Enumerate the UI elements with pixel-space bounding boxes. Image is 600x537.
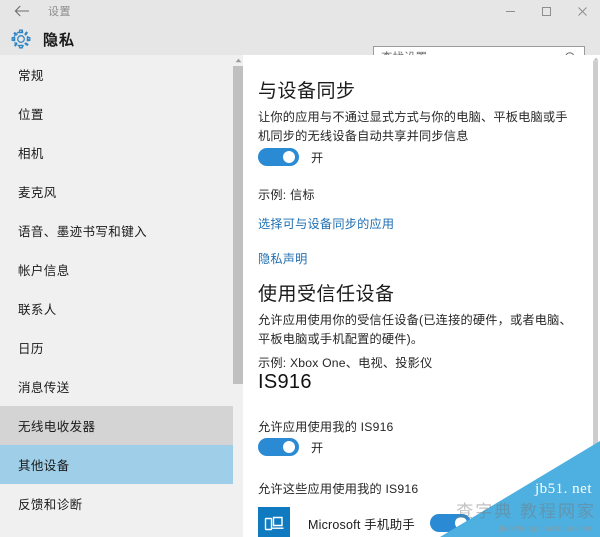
back-arrow-icon [14,5,29,17]
scroll-up-arrow-icon[interactable] [233,55,243,65]
titlebar-title: 设置 [48,6,71,18]
sidebar-item-messaging[interactable]: 消息传送 [0,367,233,406]
page-title: 隐私 [43,32,76,49]
trusted-section-description: 允许应用使用你的受信任设备(已连接的硬件，或者电脑、平板电脑或手机配置的硬件)。 [258,313,572,346]
sidebar-item-account-info[interactable]: 帐户信息 [0,250,233,289]
minimize-icon [505,10,515,12]
sidebar-item-general[interactable]: 常规 [0,55,233,94]
sidebar-item-label: 麦克风 [18,186,57,200]
sidebar-item-other-devices[interactable]: 其他设备 [0,445,233,484]
sidebar-item-label: 帐户信息 [18,264,70,278]
sidebar-item-label: 语音、墨迹书写和键入 [18,225,148,239]
page-header: 隐私 [0,22,600,70]
toggle-knob [283,441,295,453]
sync-section-description: 让你的应用与不通过显式方式与你的电脑、平板电脑或手机同步的无线设备自动共享并同步… [258,110,568,143]
sync-toggle-row: 开 [258,148,323,166]
sync-toggle-label: 开 [311,151,324,165]
allow-apps-toggle-label: 开 [311,441,324,455]
sidebar-item-label: 联系人 [18,303,57,317]
sidebar-item-radios[interactable]: 无线电收发器 [0,406,233,445]
app-toggle[interactable] [429,514,471,532]
trusted-section-heading: 使用受信任设备 [258,284,395,305]
sidebar-item-label: 无线电收发器 [18,420,96,434]
sidebar-item-contacts[interactable]: 联系人 [0,289,233,328]
app-row: Microsoft 手机助手 开 [258,507,495,537]
sidebar-item-label: 常规 [18,69,44,83]
phone-companion-icon [258,507,290,537]
content-scrollbar[interactable] [591,55,600,537]
app-toggle-label: 开 [482,517,496,531]
toggle-knob [454,517,467,529]
sync-section-heading: 与设备同步 [258,81,356,102]
sidebar-item-calendar[interactable]: 日历 [0,328,233,367]
sidebar-item-label: 相机 [18,147,44,161]
sidebar-item-label: 位置 [18,108,44,122]
window-controls [492,0,600,22]
maximize-button[interactable] [528,0,564,22]
sidebar-nav: 常规 位置 相机 麦克风 语音、墨迹书写和键入 帐户信息 联系人 日历 消息传送… [0,55,233,537]
settings-window: 设置 隐私 查找设置 常规 位置 相机 麦克风 语音、墨迹书写和键入 帐户信息 … [0,0,600,537]
allow-apps-toggle-row: 开 [258,438,323,456]
close-button[interactable] [564,0,600,22]
app-name-label: Microsoft 手机助手 [308,517,415,532]
maximize-icon [541,6,551,16]
apps-list-label: 允许这些应用使用我的 IS916 [258,482,419,496]
gear-icon [9,27,33,51]
minimize-button[interactable] [492,0,528,22]
sidebar-scrollbar-thumb[interactable] [233,66,243,384]
sidebar-item-label: 消息传送 [18,381,70,395]
sidebar-item-label: 日历 [18,342,44,356]
sidebar-item-background-apps[interactable]: 背景应用 [0,523,233,537]
trusted-example-text: 示例: Xbox One、电视、投影仪 [258,356,433,370]
close-icon [577,6,587,16]
choose-sync-apps-link[interactable]: 选择可与设备同步的应用 [258,214,394,232]
content-pane: 与设备同步 让你的应用与不通过显式方式与你的电脑、平板电脑或手机同步的无线设备自… [243,55,600,537]
content-scrollbar-thumb[interactable] [593,61,598,531]
privacy-statement-link[interactable]: 隐私声明 [258,249,308,267]
toggle-knob [283,151,295,163]
title-bar: 设置 [0,0,600,22]
sidebar-item-speech-inking-typing[interactable]: 语音、墨迹书写和键入 [0,211,233,250]
allow-apps-label: 允许应用使用我的 IS916 [258,420,394,434]
sidebar-item-camera[interactable]: 相机 [0,133,233,172]
sidebar-item-label: 背景应用 [18,533,70,537]
sidebar-item-label: 反馈和诊断 [18,498,83,512]
sidebar-scrollbar[interactable] [233,55,243,537]
sidebar-item-feedback-diagnostics[interactable]: 反馈和诊断 [0,484,233,523]
back-button[interactable] [0,0,44,22]
device-name-heading: IS916 [258,371,312,393]
sidebar-item-location[interactable]: 位置 [0,94,233,133]
sidebar-item-microphone[interactable]: 麦克风 [0,172,233,211]
allow-apps-toggle[interactable] [258,438,299,456]
sync-example-text: 示例: 信标 [258,188,315,202]
sync-toggle[interactable] [258,148,299,166]
sidebar-item-label: 其他设备 [18,459,70,473]
